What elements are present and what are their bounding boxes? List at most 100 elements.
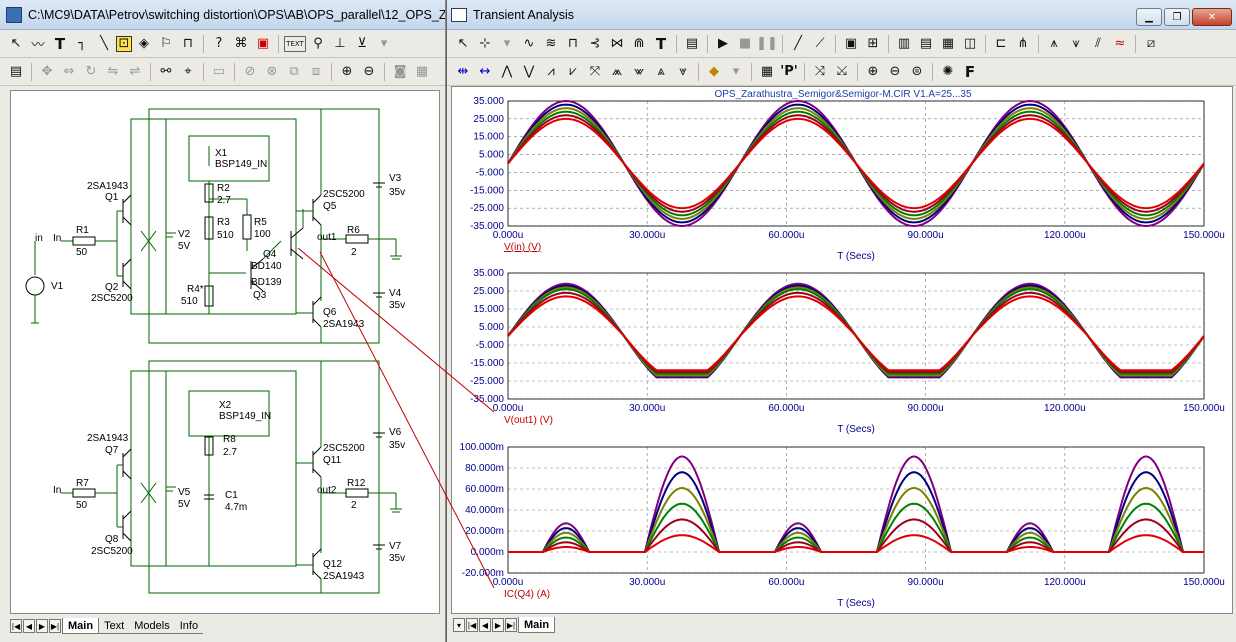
graphics-icon[interactable]: ◈ — [134, 34, 154, 54]
wave-icon[interactable]: ≈ — [1110, 34, 1130, 54]
plot-area[interactable]: OPS_Zarathustra_Semigor&Semigor-M.CIR V1… — [451, 86, 1233, 614]
bottom-icon[interactable]: ⩔ — [673, 62, 693, 82]
text-icon[interactable]: T — [651, 34, 671, 54]
peak-find-icon[interactable]: ⋀ — [497, 62, 517, 82]
text-button[interactable]: TEXT — [284, 35, 306, 52]
slope-icon[interactable]: ⫽ — [1088, 34, 1108, 54]
copy-icon[interactable]: ⧉ — [284, 62, 304, 82]
run-icon[interactable]: ▶ — [713, 34, 733, 54]
high-icon[interactable]: ⩘ — [541, 62, 561, 82]
pointer-icon[interactable]: ↖ — [453, 34, 473, 54]
zoom-in-icon[interactable]: ⊕ — [337, 62, 357, 82]
node-icon[interactable]: ⚲ — [308, 34, 328, 54]
flip-icon[interactable]: ⇋ — [103, 62, 123, 82]
tag6-icon[interactable]: ⋒ — [629, 34, 649, 54]
schematic-titlebar[interactable]: C:\MC9\DATA\Petrov\switching distortion\… — [0, 0, 445, 30]
top-icon[interactable]: ⩓ — [651, 62, 671, 82]
axis-icon[interactable]: ⊏ — [991, 34, 1011, 54]
help-icon[interactable]: ? — [209, 34, 229, 54]
tab-text[interactable]: Text — [99, 618, 130, 634]
print-icon[interactable]: ▦ — [412, 62, 432, 82]
binoculars-icon[interactable]: ⌖ — [178, 62, 198, 82]
pin-icon[interactable]: ⊓ — [178, 34, 198, 54]
first-tab-icon[interactable]: |◀ — [466, 618, 478, 632]
stop-icon[interactable]: ⊘ — [240, 62, 260, 82]
paste-icon[interactable]: ⧈ — [306, 62, 326, 82]
low-icon[interactable]: ⩗ — [563, 62, 583, 82]
orthowire-icon[interactable]: ┐ — [72, 34, 92, 54]
point-line-icon[interactable]: ⟋ — [810, 34, 830, 54]
restore-button[interactable]: ❐ — [1164, 8, 1190, 26]
properties-icon[interactable]: ▤ — [6, 62, 26, 82]
prev-tab-icon[interactable]: ◀ — [479, 618, 491, 632]
info-icon[interactable]: ⊡ — [116, 35, 132, 52]
properties-icon[interactable]: ▤ — [682, 34, 702, 54]
pointer-icon[interactable]: ↖ — [6, 34, 26, 54]
last-tab-icon[interactable]: ▶| — [49, 619, 61, 633]
camera-icon[interactable]: ◙ — [390, 62, 410, 82]
dropdown2-icon[interactable]: ▾ — [726, 62, 746, 82]
global-low-icon[interactable]: ⩖ — [629, 62, 649, 82]
tag2-icon[interactable]: ≋ — [541, 34, 561, 54]
tab-menu-icon[interactable]: ▾ — [453, 618, 465, 632]
flag-icon[interactable]: ⚐ — [156, 34, 176, 54]
font-icon[interactable]: F — [960, 62, 980, 82]
voltage-icon[interactable]: ⊥ — [330, 34, 350, 54]
rotate-icon[interactable]: ↻ — [81, 62, 101, 82]
xy-icon[interactable]: ⤨ — [810, 62, 830, 82]
cursor-icon[interactable]: ⋔ — [1013, 34, 1033, 54]
minor-grid-icon[interactable]: ⊞ — [863, 34, 883, 54]
cursor-mode-icon[interactable]: ⇹ — [453, 62, 473, 82]
valley-icon[interactable]: ⩛ — [1066, 34, 1086, 54]
probe-icon[interactable]: ▣ — [253, 34, 273, 54]
zoom-out-icon[interactable]: ⊖ — [359, 62, 379, 82]
text-icon[interactable]: T — [50, 34, 70, 54]
scale-icon[interactable]: ⊹ — [475, 34, 495, 54]
calc-icon[interactable]: ⌘ — [231, 34, 251, 54]
wire-icon[interactable]: 〰 — [28, 34, 48, 54]
move-icon[interactable]: ✥ — [37, 62, 57, 82]
schematic-canvas[interactable]: in In R1 50 V1 2SA1943 Q1 Q2 2SC5200 V2 … — [10, 90, 440, 614]
zoom-fit-icon[interactable]: ⊜ — [907, 62, 927, 82]
tab-main[interactable]: Main — [518, 617, 556, 633]
table-icon[interactable]: ▦ — [757, 62, 777, 82]
settings-icon[interactable]: ✺ — [938, 62, 958, 82]
last-tab-icon[interactable]: ▶| — [505, 618, 517, 632]
transient-titlebar[interactable]: Transient Analysis ▁ ❐ ✕ — [447, 0, 1236, 30]
global-high-icon[interactable]: ⩕ — [607, 62, 627, 82]
next-tab-icon[interactable]: ▶ — [492, 618, 504, 632]
palette-icon[interactable]: ◆ — [704, 62, 724, 82]
zoom-in-icon[interactable]: ⊕ — [863, 62, 883, 82]
mirror-icon[interactable]: ⇌ — [125, 62, 145, 82]
zoom-out-icon[interactable]: ⊖ — [885, 62, 905, 82]
dropdown-icon[interactable]: ▾ — [374, 34, 394, 54]
stop-icon[interactable]: ■ — [735, 34, 755, 54]
line-icon[interactable]: ╱ — [788, 34, 808, 54]
prev-tab-icon[interactable]: ◀ — [23, 619, 35, 633]
minimize-button[interactable]: ▁ — [1136, 8, 1162, 26]
xy2-icon[interactable]: ⤩ — [832, 62, 852, 82]
p-icon[interactable]: 'P' — [779, 62, 799, 82]
dropdown-icon[interactable]: ▾ — [497, 34, 517, 54]
tag3-icon[interactable]: ⊓ — [563, 34, 583, 54]
bars2-icon[interactable]: ▤ — [916, 34, 936, 54]
grid-icon[interactable]: ⊻ — [352, 34, 372, 54]
bars4-icon[interactable]: ◫ — [960, 34, 980, 54]
bars3-icon[interactable]: ▦ — [938, 34, 958, 54]
valley-find-icon[interactable]: ⋁ — [519, 62, 539, 82]
pause-icon[interactable]: ❚❚ — [756, 34, 778, 54]
export-icon[interactable]: ⧄ — [1141, 34, 1161, 54]
inflect-icon[interactable]: ⤧ — [585, 62, 605, 82]
tag-icon[interactable]: ∿ — [519, 34, 539, 54]
tab-models[interactable]: Models — [129, 618, 175, 634]
grid-icon[interactable]: ▣ — [841, 34, 861, 54]
stretch-icon[interactable]: ⇔ — [59, 62, 79, 82]
peak-icon[interactable]: ⩚ — [1044, 34, 1064, 54]
diagwire-icon[interactable]: ╲ — [94, 34, 114, 54]
page-icon[interactable]: ▭ — [209, 62, 229, 82]
cancel-icon[interactable]: ⊗ — [262, 62, 282, 82]
tag4-icon[interactable]: ⊰ — [585, 34, 605, 54]
close-button[interactable]: ✕ — [1192, 8, 1232, 26]
bars-icon[interactable]: ▥ — [894, 34, 914, 54]
next-tab-icon[interactable]: ▶ — [36, 619, 48, 633]
